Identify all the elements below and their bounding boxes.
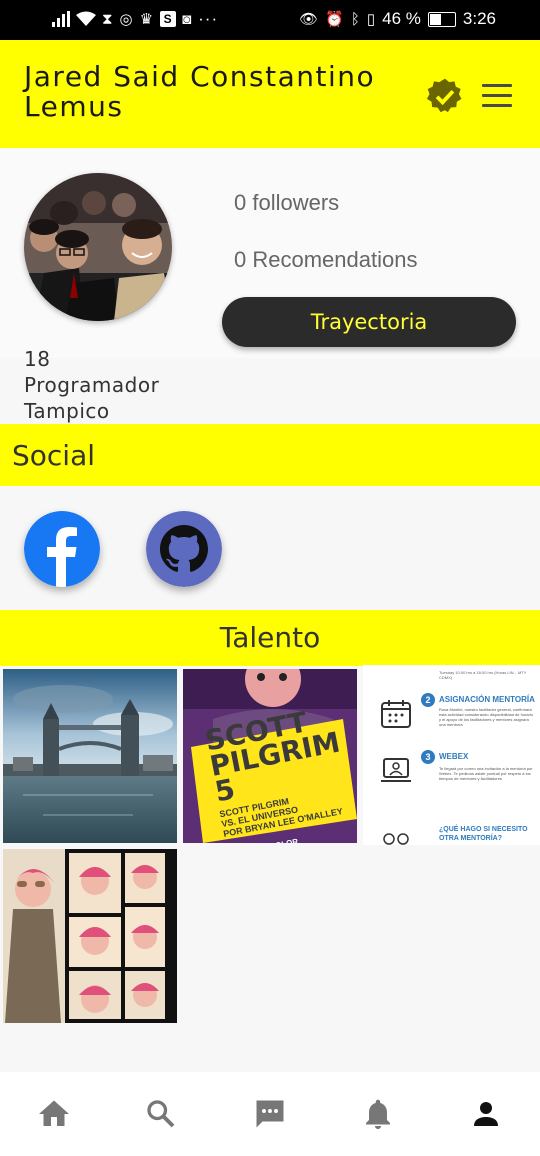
avatar[interactable]: [24, 173, 172, 321]
step-2-text: Rosa Montiel, nuestro facilitador genera…: [439, 707, 534, 727]
step-3-title: WEBEX: [439, 752, 469, 761]
talent-item-comic-art[interactable]: [3, 849, 177, 1023]
home-icon[interactable]: [36, 1096, 72, 1132]
social-section-header: Social: [0, 424, 540, 486]
profile-header: Jared Said Constantino Lemus: [0, 40, 540, 148]
user-age: 18: [24, 347, 51, 371]
step-3-number: 3: [421, 750, 435, 764]
verified-badge-icon[interactable]: [426, 77, 464, 115]
more-dots-icon: ···: [198, 9, 219, 28]
eye-icon: 👁: [299, 11, 319, 28]
alarm-icon: ⏰: [325, 11, 344, 28]
talento-title: Talento: [219, 621, 321, 654]
social-title: Social: [12, 439, 96, 472]
trophy-icon: ♛: [139, 11, 155, 28]
calendar-icon: [381, 700, 411, 728]
people-icon: [383, 833, 409, 845]
user-name: Jared Said Constantino Lemus: [24, 60, 376, 123]
talent-item-mentoria-document[interactable]: Tuesday 10:00 hrs a 18:00 hrs (Horas LIN…: [363, 665, 540, 845]
signal-icon: [52, 11, 70, 27]
search-icon[interactable]: [143, 1096, 179, 1132]
webex-laptop-icon: [381, 758, 411, 782]
bluetooth-icon: ᛒ: [350, 10, 360, 28]
status-left: ⧗ ◎ ♛ S ◙ ···: [52, 9, 218, 29]
doc-question: ¿QUÉ HAGO SI NECESITO OTRA MENTORÍA?: [439, 826, 528, 842]
notifications-icon[interactable]: [360, 1096, 396, 1132]
user-city: Tampico: [24, 399, 110, 423]
profile-icon[interactable]: [468, 1096, 504, 1132]
status-right: 👁 ⏰ ᛒ ▯ 46 % 3:26: [299, 9, 496, 29]
talento-section-header: Talento: [0, 610, 540, 666]
step-2-number: 2: [421, 693, 435, 707]
talent-item-tower-bridge[interactable]: [3, 669, 177, 843]
hamburger-menu-icon[interactable]: [482, 84, 512, 108]
step-3-text: Te llegará por correo una invitación a l…: [439, 766, 533, 781]
book-cover-text: SCOTT PILGRIM 5 SCOTT PILGRIM VS. EL UNI…: [202, 698, 357, 843]
wifi-icon: [76, 11, 96, 26]
doc-top-text: Tuesday 10:00 hrs a 18:00 hrs (Horas LIN…: [439, 670, 527, 680]
followers-count[interactable]: 0 followers: [234, 190, 339, 216]
battery-icon: [427, 11, 456, 27]
recommendations-count[interactable]: 0 Recomendations: [234, 247, 417, 273]
github-icon[interactable]: [146, 511, 222, 587]
vibrate-icon: ▯: [366, 11, 376, 28]
battery-percent: 46 %: [382, 9, 421, 28]
hourglass-icon: ⧗: [102, 10, 114, 28]
clock: 3:26: [462, 9, 496, 28]
whatsapp-icon: ◎: [119, 11, 134, 28]
chat-icon[interactable]: [252, 1096, 288, 1132]
status-bar: ⧗ ◎ ♛ S ◙ ··· 👁 ⏰ ᛒ ▯ 46 % 3:26: [0, 0, 540, 40]
talent-item-scott-pilgrim-book[interactable]: SCOTT PILGRIM 5 SCOTT PILGRIM VS. EL UNI…: [183, 669, 357, 843]
s-app-icon: S: [160, 11, 177, 27]
trayectoria-button[interactable]: Trayectoria: [222, 297, 516, 347]
step-2-title: ASIGNACIÓN MENTORÍA: [439, 695, 535, 704]
discord-icon: ◙: [182, 10, 193, 28]
user-occupation: Programador: [24, 373, 160, 397]
facebook-icon[interactable]: [24, 511, 100, 587]
